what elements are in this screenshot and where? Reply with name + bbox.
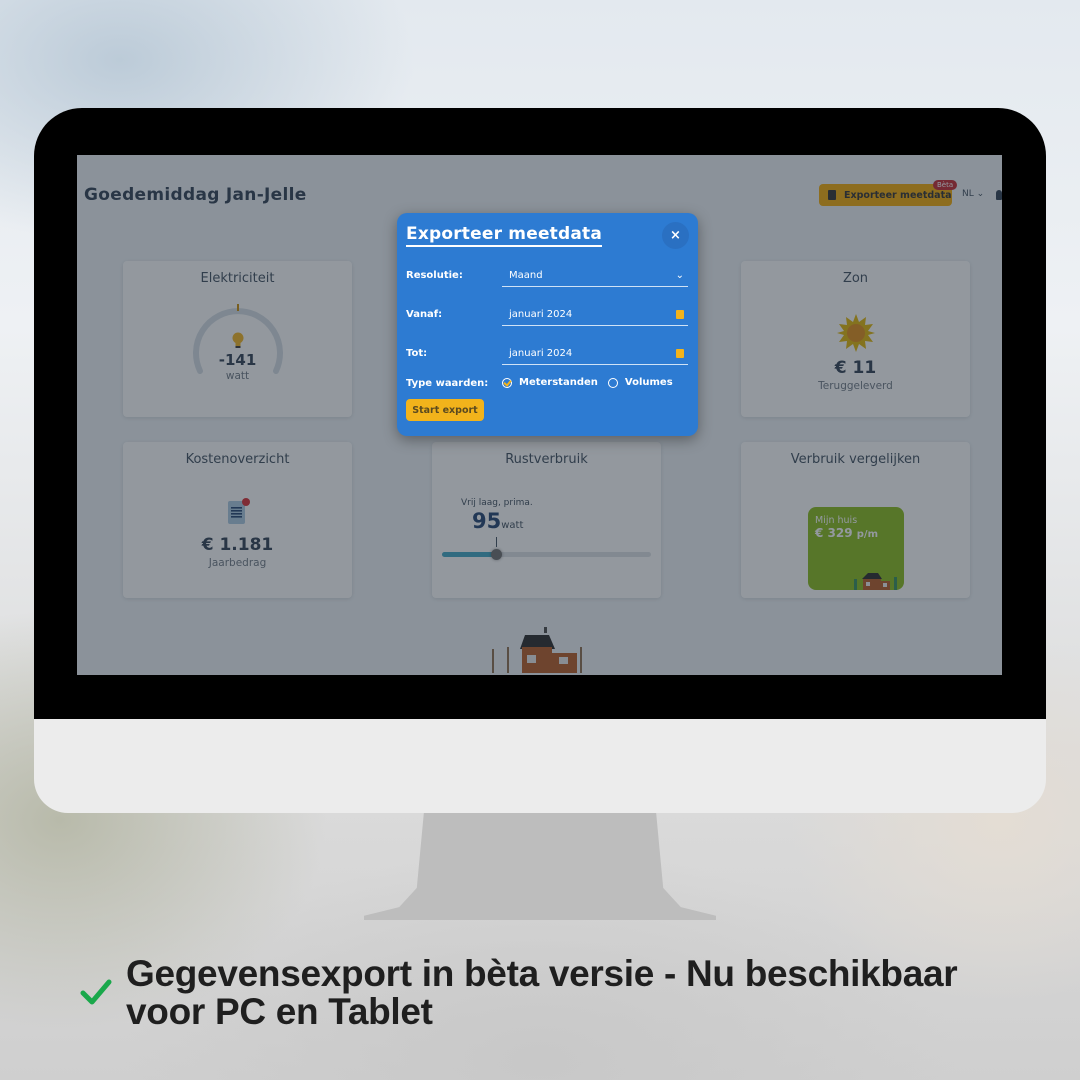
- modal-title: Exporteer meetdata: [406, 224, 603, 247]
- option-volumes-label[interactable]: Volumes: [625, 377, 673, 388]
- option-meterstanden-label[interactable]: Meterstanden: [519, 377, 598, 388]
- calendar-icon[interactable]: [676, 310, 684, 319]
- vanaf-value: januari 2024: [509, 309, 573, 320]
- app-screen: Goedemiddag Jan-Jelle Exporteer meetdata…: [77, 155, 1002, 675]
- radio-meterstanden[interactable]: [502, 377, 512, 388]
- chevron-down-icon: ⌄: [675, 270, 684, 281]
- calendar-icon[interactable]: [676, 349, 684, 358]
- resolutie-select[interactable]: Maand ⌄: [502, 265, 688, 287]
- tot-value: januari 2024: [509, 348, 573, 359]
- checkmark-icon: [80, 979, 112, 1005]
- vanaf-date-input[interactable]: januari 2024: [502, 304, 688, 326]
- caption-line-2: voor PC en Tablet: [126, 991, 433, 1032]
- export-modal: Exporteer meetdata × Resolutie: Maand ⌄ …: [397, 213, 698, 436]
- caption-line-1: Gegevensexport in bèta versie - Nu besch…: [126, 953, 958, 994]
- tot-label: Tot:: [406, 348, 428, 359]
- close-button[interactable]: ×: [662, 222, 689, 249]
- start-export-button[interactable]: Start export: [406, 399, 484, 421]
- vanaf-label: Vanaf:: [406, 309, 443, 320]
- close-icon: ×: [670, 228, 681, 243]
- tot-date-input[interactable]: januari 2024: [502, 343, 688, 365]
- type-waarden-options: Meterstanden Volumes: [502, 377, 673, 388]
- type-waarden-label: Type waarden:: [406, 378, 489, 389]
- resolutie-label: Resolutie:: [406, 270, 463, 281]
- radio-volumes[interactable]: [607, 377, 618, 388]
- monitor-stand: [364, 813, 716, 920]
- resolutie-value: Maand: [509, 270, 543, 281]
- caption: Gegevensexport in bèta versie - Nu besch…: [126, 955, 1026, 1031]
